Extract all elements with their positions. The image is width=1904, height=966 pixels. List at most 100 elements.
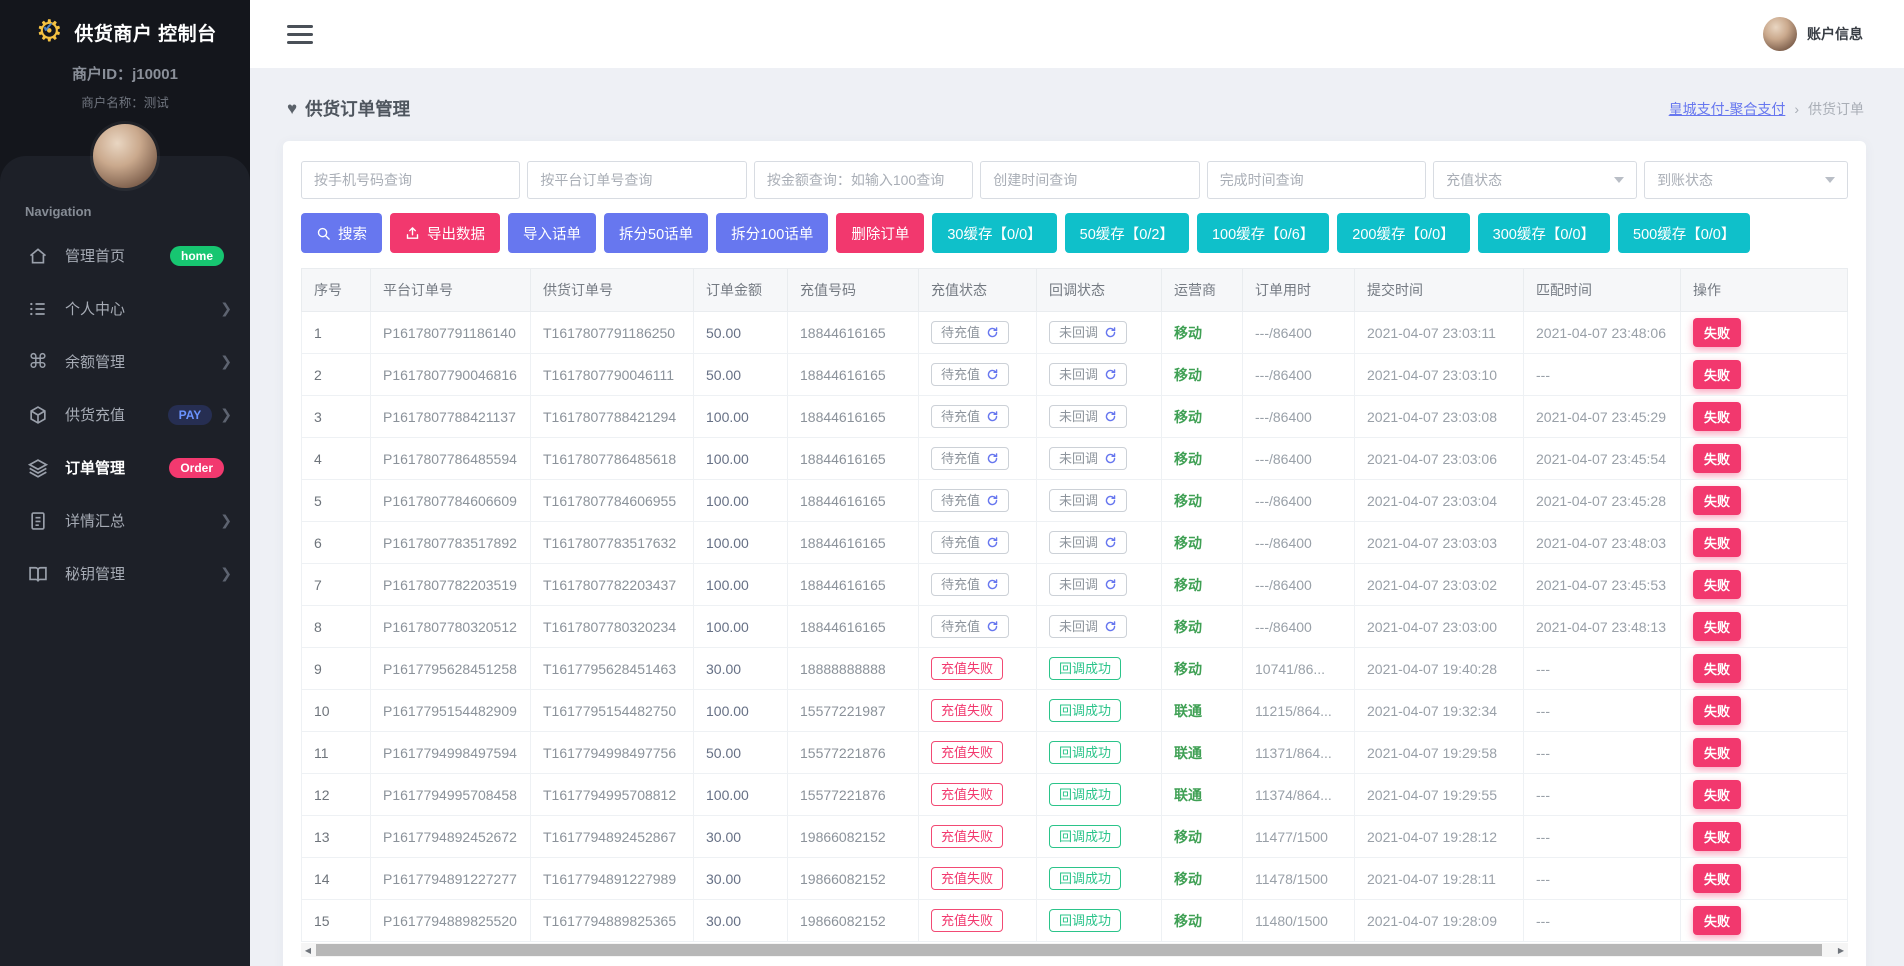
cell-platform-order-id: P1617807782203519 (371, 564, 531, 606)
horizontal-scrollbar[interactable]: ◀ ▶ (301, 943, 1848, 957)
chevron-right-icon: ❯ (220, 565, 232, 582)
cell-index: 13 (302, 816, 371, 858)
filter-input-2[interactable] (754, 161, 973, 199)
fail-action-button[interactable]: 失败 (1693, 444, 1741, 473)
cell-amount: 30.00 (694, 648, 788, 690)
filter-select-0[interactable]: 充值状态 (1433, 161, 1637, 199)
fail-action-button[interactable]: 失败 (1693, 696, 1741, 725)
status-chip-refresh[interactable]: 未回调 (1049, 615, 1127, 638)
status-chip-refresh[interactable]: 待充值 (931, 489, 1009, 512)
sidebar-item-list[interactable]: 个人中心❯ (0, 282, 250, 335)
action-button-8[interactable]: 100缓存【0/6】 (1197, 213, 1329, 253)
sidebar-item-box[interactable]: 供货充值PAY❯ (0, 388, 250, 441)
action-button-2[interactable]: 导入话单 (508, 213, 596, 253)
refresh-icon (1104, 452, 1117, 465)
status-chip-refresh[interactable]: 待充值 (931, 405, 1009, 428)
sidebar-item-command[interactable]: ⌘余额管理❯ (0, 335, 250, 388)
scroll-left-icon[interactable]: ◀ (301, 943, 315, 957)
horizontal-scrollbar-thumb[interactable] (316, 944, 1822, 956)
account-label: 账户信息 (1807, 24, 1863, 44)
status-chip-refresh[interactable]: 未回调 (1049, 363, 1127, 386)
sidebar-item-layers[interactable]: 订单管理Order (0, 441, 250, 494)
status-chip-refresh[interactable]: 未回调 (1049, 405, 1127, 428)
status-chip-refresh[interactable]: 未回调 (1049, 447, 1127, 470)
fail-action-button[interactable]: 失败 (1693, 402, 1741, 431)
status-chip-refresh[interactable]: 未回调 (1049, 531, 1127, 554)
cell-index: 14 (302, 858, 371, 900)
cell-phone: 18844616165 (788, 480, 919, 522)
scroll-right-icon[interactable]: ▶ (1834, 943, 1848, 957)
cell-match-time: --- (1524, 816, 1681, 858)
action-button-6[interactable]: 30缓存【0/0】 (932, 213, 1056, 253)
account-info[interactable]: 账户信息 (1763, 17, 1863, 51)
cell-amount: 50.00 (694, 354, 788, 396)
fail-action-button[interactable]: 失败 (1693, 612, 1741, 641)
fail-action-button[interactable]: 失败 (1693, 654, 1741, 683)
cell-index: 6 (302, 522, 371, 564)
filter-input-1[interactable] (527, 161, 746, 199)
cell-callback-status: 未回调 (1037, 354, 1162, 396)
action-button-label: 拆分50话单 (619, 223, 693, 244)
fail-action-button[interactable]: 失败 (1693, 570, 1741, 599)
status-chip-refresh[interactable]: 待充值 (931, 321, 1009, 344)
filter-input-4[interactable] (1207, 161, 1426, 199)
menu-toggle-icon[interactable] (287, 20, 313, 49)
cell-operator: 联通 (1162, 774, 1243, 816)
cell-operator: 移动 (1162, 606, 1243, 648)
action-button-4[interactable]: 拆分100话单 (716, 213, 828, 253)
status-chip-label: 未回调 (1059, 326, 1098, 339)
fail-action-button[interactable]: 失败 (1693, 780, 1741, 809)
status-chip-refresh[interactable]: 待充值 (931, 615, 1009, 638)
status-chip-label: 未回调 (1059, 536, 1098, 549)
cell-duration: ---/86400 (1243, 522, 1355, 564)
status-chip-refresh[interactable]: 待充值 (931, 447, 1009, 470)
filter-select-1[interactable]: 到账状态 (1644, 161, 1848, 199)
sidebar-item-file[interactable]: 详情汇总❯ (0, 494, 250, 547)
table-row: 15P1617794889825520T161779488982536530.0… (302, 900, 1848, 942)
cell-supply-order-id: T1617795154482750 (531, 690, 694, 732)
status-chip-refresh[interactable]: 待充值 (931, 531, 1009, 554)
action-button-5[interactable]: 删除订单 (836, 213, 924, 253)
cell-platform-order-id: P1617807791186140 (371, 312, 531, 354)
fail-action-button[interactable]: 失败 (1693, 528, 1741, 557)
action-button-3[interactable]: 拆分50话单 (604, 213, 708, 253)
app-title: 供货商户 控制台 (74, 19, 216, 46)
fail-action-button[interactable]: 失败 (1693, 906, 1741, 935)
status-chip-refresh[interactable]: 待充值 (931, 573, 1009, 596)
cell-platform-order-id: P1617794995708458 (371, 774, 531, 816)
action-button-0[interactable]: 搜索 (301, 213, 382, 253)
status-chip-refresh[interactable]: 待充值 (931, 363, 1009, 386)
fail-action-button[interactable]: 失败 (1693, 738, 1741, 767)
status-chip-refresh[interactable]: 未回调 (1049, 489, 1127, 512)
status-chip-refresh[interactable]: 未回调 (1049, 321, 1127, 344)
cell-platform-order-id: P1617794891227277 (371, 858, 531, 900)
filter-input-3[interactable] (980, 161, 1199, 199)
action-button-7[interactable]: 50缓存【0/2】 (1065, 213, 1189, 253)
cell-callback-status: 未回调 (1037, 312, 1162, 354)
status-chip-label: 待充值 (941, 326, 980, 339)
filter-input-0[interactable] (301, 161, 520, 199)
topbar: 账户信息 (250, 0, 1904, 68)
fail-action-button[interactable]: 失败 (1693, 318, 1741, 347)
cell-action: 失败 (1681, 522, 1848, 564)
export-icon (405, 226, 420, 241)
action-button-11[interactable]: 500缓存【0/0】 (1618, 213, 1750, 253)
cell-match-time: 2021-04-07 23:48:06 (1524, 312, 1681, 354)
sidebar-item-home[interactable]: 管理首页home (0, 229, 250, 282)
status-chip-label: 充值失败 (941, 788, 993, 801)
sidebar-item-book[interactable]: 秘钥管理❯ (0, 547, 250, 600)
action-button-1[interactable]: 导出数据 (390, 213, 500, 253)
fail-action-button[interactable]: 失败 (1693, 864, 1741, 893)
breadcrumb-link[interactable]: 皇城支付-聚合支付 (1669, 99, 1786, 119)
status-chip-refresh[interactable]: 未回调 (1049, 573, 1127, 596)
cell-supply-order-id: T1617807786485618 (531, 438, 694, 480)
fail-action-button[interactable]: 失败 (1693, 360, 1741, 389)
fail-action-button[interactable]: 失败 (1693, 486, 1741, 515)
cell-amount: 50.00 (694, 732, 788, 774)
fail-action-button[interactable]: 失败 (1693, 822, 1741, 851)
action-button-9[interactable]: 200缓存【0/0】 (1337, 213, 1469, 253)
page-title-text: 供货订单管理 (305, 96, 410, 121)
action-button-10[interactable]: 300缓存【0/0】 (1478, 213, 1610, 253)
cell-duration: ---/86400 (1243, 438, 1355, 480)
sidebar-badge: Order (169, 458, 224, 478)
